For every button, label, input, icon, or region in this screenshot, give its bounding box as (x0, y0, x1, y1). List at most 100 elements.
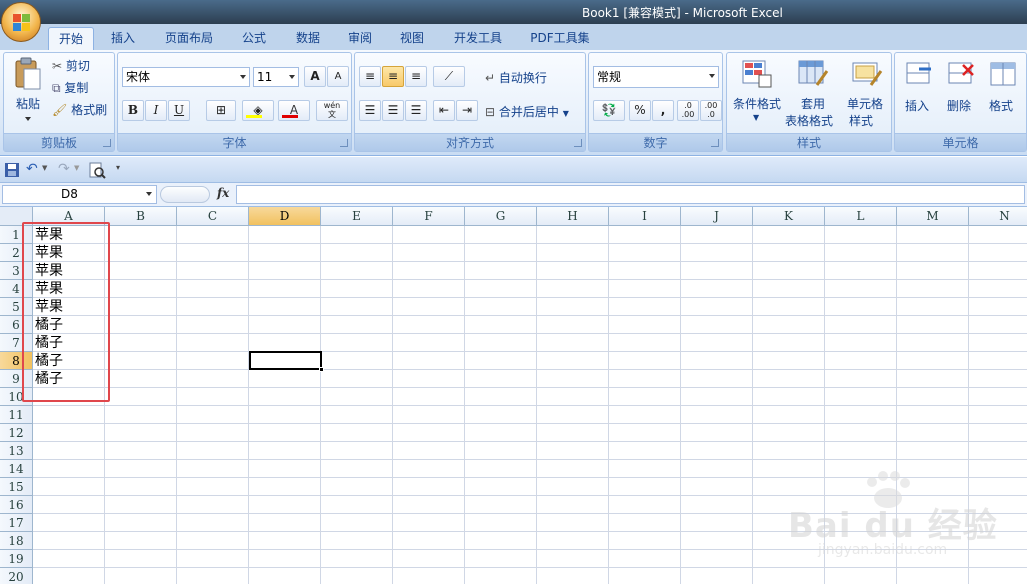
align-bottom-button[interactable]: ≡ (405, 66, 427, 87)
comma-button[interactable]: , (652, 100, 674, 121)
dialog-launcher-icon[interactable] (340, 139, 348, 147)
row-header-13[interactable]: 13 (0, 442, 33, 460)
undo-icon[interactable]: ↶ (26, 161, 38, 177)
tab-developer[interactable]: 开发工具 (444, 27, 512, 50)
customize-toolbar-icon[interactable]: ▾ (116, 163, 120, 172)
column-header-k[interactable]: K (753, 207, 825, 226)
format-as-table-button[interactable]: 套用 表格格式 (785, 57, 841, 129)
fill-color-button[interactable]: ◈ (242, 100, 274, 121)
row-header-14[interactable]: 14 (0, 460, 33, 478)
chevron-down-icon[interactable]: ▼ (74, 164, 79, 172)
conditional-format-button[interactable]: 条件格式 ▼ (729, 57, 785, 129)
font-name-select[interactable]: 宋体 (122, 67, 250, 87)
tab-view[interactable]: 视图 (390, 27, 434, 50)
print-preview-icon[interactable] (88, 161, 106, 179)
grow-font-button[interactable]: A (304, 66, 326, 87)
decrease-indent-button[interactable]: ⇤ (433, 100, 455, 121)
phonetic-button[interactable]: wén 文 (316, 100, 348, 121)
dialog-launcher-icon[interactable] (103, 139, 111, 147)
align-middle-button[interactable]: ≡ (382, 66, 404, 87)
row-header-12[interactable]: 12 (0, 424, 33, 442)
group-font: 宋体 11 A A B I U ⊞ ◈ A wén 文 字体 (117, 52, 352, 152)
format-cells-button[interactable]: 格式 (983, 57, 1023, 129)
wrap-text-button[interactable]: ↵ 自动换行 (485, 69, 547, 86)
formula-bar-resize-handle[interactable] (160, 186, 210, 203)
group-cells-label: 单元格 (895, 133, 1026, 151)
insert-function-button[interactable]: fx (217, 186, 229, 200)
underline-button[interactable]: U (168, 100, 190, 121)
tab-page-layout[interactable]: 页面布局 (156, 27, 222, 50)
copy-label: 复制 (64, 81, 89, 95)
shrink-font-button[interactable]: A (327, 66, 349, 87)
row-header-16[interactable]: 16 (0, 496, 33, 514)
tab-formulas[interactable]: 公式 (232, 27, 276, 50)
cut-button[interactable]: ✂ 剪切 (52, 57, 90, 74)
column-header-i[interactable]: I (609, 207, 681, 226)
tab-data[interactable]: 数据 (286, 27, 330, 50)
row-header-17[interactable]: 17 (0, 514, 33, 532)
column-header-l[interactable]: L (825, 207, 897, 226)
row-gridline (33, 459, 1027, 460)
row-gridline (33, 261, 1027, 262)
column-header-m[interactable]: M (897, 207, 969, 226)
insert-cells-button[interactable]: 插入 (899, 57, 939, 129)
column-header-j[interactable]: J (681, 207, 753, 226)
column-header-b[interactable]: B (105, 207, 177, 226)
delete-cells-button[interactable]: 删除 (941, 57, 981, 129)
tab-home[interactable]: 开始 (48, 27, 94, 50)
chevron-down-icon[interactable]: ▼ (42, 164, 47, 172)
align-top-button[interactable]: ≡ (359, 66, 381, 87)
merge-center-button[interactable]: ⊟ 合并后居中 ▼ (485, 103, 569, 120)
group-number-label: 数字 (589, 133, 722, 151)
increase-indent-button[interactable]: ⇥ (456, 100, 478, 121)
align-right-button[interactable]: ☰ (405, 100, 427, 121)
format-painter-button[interactable]: 🖌 格式刷 (52, 101, 107, 118)
column-header-c[interactable]: C (177, 207, 249, 226)
paste-button[interactable]: 粘贴 (8, 55, 48, 127)
number-format-select[interactable]: 常规 (593, 66, 719, 88)
column-header-f[interactable]: F (393, 207, 465, 226)
percent-button[interactable]: % (629, 100, 651, 121)
row-header-18[interactable]: 18 (0, 532, 33, 550)
align-center-button[interactable]: ☰ (382, 100, 404, 121)
row-header-11[interactable]: 11 (0, 406, 33, 424)
active-cell-d8[interactable] (249, 351, 324, 372)
redo-icon[interactable]: ↷ (58, 161, 70, 177)
decrease-decimal-button[interactable]: .00 .0 (700, 100, 722, 121)
column-header-h[interactable]: H (537, 207, 609, 226)
column-header-n[interactable]: N (969, 207, 1027, 226)
increase-decimal-button[interactable]: .0 .00 (677, 100, 699, 121)
fill-handle[interactable] (319, 367, 324, 372)
align-left-button[interactable]: ☰ (359, 100, 381, 121)
font-color-button[interactable]: A (278, 100, 310, 121)
group-styles-label: 样式 (727, 133, 891, 151)
row-gridline (33, 423, 1027, 424)
column-header-e[interactable]: E (321, 207, 393, 226)
row-header-20[interactable]: 20 (0, 568, 33, 584)
row-header-15[interactable]: 15 (0, 478, 33, 496)
row-gridline (33, 243, 1027, 244)
cell-styles-label-2: 样式 (849, 114, 874, 128)
dialog-launcher-icon[interactable] (574, 139, 582, 147)
tab-pdf-tools[interactable]: PDF工具集 (522, 27, 598, 50)
merge-center-label: 合并后居中 (498, 105, 559, 119)
copy-button[interactable]: ⧉ 复制 (52, 79, 88, 96)
save-icon[interactable] (4, 162, 20, 178)
orientation-button[interactable]: ⟋ (433, 66, 465, 87)
tab-review[interactable]: 审阅 (338, 27, 382, 50)
font-size-select[interactable]: 11 (253, 67, 299, 87)
name-box[interactable]: D8 (2, 185, 157, 204)
row-header-19[interactable]: 19 (0, 550, 33, 568)
office-button[interactable] (1, 2, 41, 42)
column-header-d[interactable]: D (249, 207, 321, 226)
formula-input[interactable] (236, 185, 1025, 204)
dialog-launcher-icon[interactable] (711, 139, 719, 147)
cell-styles-button[interactable]: 单元格 样式 (841, 57, 891, 129)
border-button[interactable]: ⊞ (206, 100, 236, 121)
italic-button[interactable]: I (145, 100, 167, 121)
tab-insert[interactable]: 插入 (102, 27, 144, 50)
column-header-g[interactable]: G (465, 207, 537, 226)
currency-button[interactable]: 💱 (593, 100, 625, 121)
bold-button[interactable]: B (122, 100, 144, 121)
row-gridline (33, 351, 1027, 352)
